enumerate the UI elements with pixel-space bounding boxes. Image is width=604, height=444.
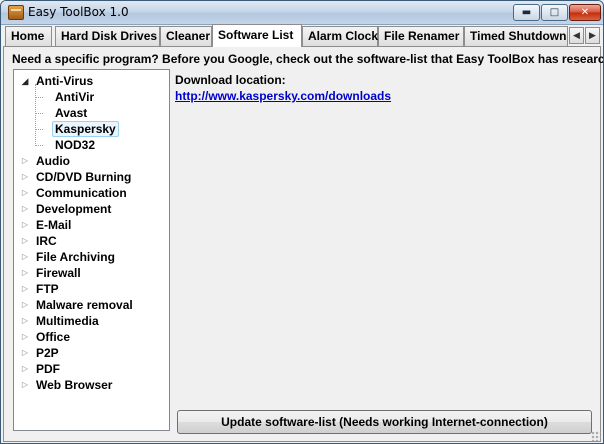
- minimize-button[interactable]: ▬: [513, 4, 540, 21]
- title-bar[interactable]: Easy ToolBox 1.0 ▬ □ ✕: [1, 1, 603, 25]
- close-button[interactable]: ✕: [569, 4, 601, 21]
- maximize-button[interactable]: □: [541, 4, 568, 21]
- tree-item-antivir[interactable]: AntiVir: [55, 89, 94, 105]
- tab-hard-disk-drives[interactable]: Hard Disk Drives: [55, 26, 160, 46]
- tree-item-cd-dvd-burning[interactable]: CD/DVD Burning: [36, 169, 131, 185]
- expand-closed-icon[interactable]: ▷: [20, 201, 30, 217]
- tree-item-avast[interactable]: Avast: [55, 105, 87, 121]
- tab-home[interactable]: Home: [5, 26, 52, 46]
- category-tree[interactable]: ◢ Anti-Virus AntiVir Avast Kaspersky NOD…: [13, 69, 170, 431]
- tab-scroll-right-icon[interactable]: ▶: [585, 27, 600, 44]
- tree-item-irc[interactable]: IRC: [36, 233, 57, 249]
- tree-item-p2p[interactable]: P2P: [36, 345, 59, 361]
- tree-item-ftp[interactable]: FTP: [36, 281, 59, 297]
- main-window: Easy ToolBox 1.0 ▬ □ ✕ Home Hard Disk Dr…: [0, 0, 604, 444]
- resize-grip-icon[interactable]: [591, 431, 601, 441]
- expand-closed-icon[interactable]: ▷: [20, 281, 30, 297]
- tree-item-anti-virus[interactable]: Anti-Virus: [36, 73, 93, 89]
- tree-item-communication[interactable]: Communication: [36, 185, 127, 201]
- tree-item-pdf[interactable]: PDF: [36, 361, 60, 377]
- expand-closed-icon[interactable]: ▷: [20, 185, 30, 201]
- tab-scroll-left-icon[interactable]: ◀: [569, 27, 584, 44]
- tree-item-e-mail[interactable]: E-Mail: [36, 217, 71, 233]
- tree-item-audio[interactable]: Audio: [36, 153, 70, 169]
- expand-closed-icon[interactable]: ▷: [20, 153, 30, 169]
- tab-alarm-clock[interactable]: Alarm Clock: [302, 26, 378, 46]
- tree-item-web-browser[interactable]: Web Browser: [36, 377, 112, 393]
- expand-closed-icon[interactable]: ▷: [20, 345, 30, 361]
- expand-closed-icon[interactable]: ▷: [20, 361, 30, 377]
- description-text: Need a specific program? Before you Goog…: [12, 52, 604, 66]
- expand-closed-icon[interactable]: ▷: [20, 329, 30, 345]
- tree-item-office[interactable]: Office: [36, 329, 70, 345]
- expand-closed-icon[interactable]: ▷: [20, 233, 30, 249]
- tree-item-malware-removal[interactable]: Malware removal: [36, 297, 133, 313]
- expand-closed-icon[interactable]: ▷: [20, 265, 30, 281]
- expand-closed-icon[interactable]: ▷: [20, 249, 30, 265]
- tree-item-file-archiving[interactable]: File Archiving: [36, 249, 115, 265]
- tree-connector: [35, 84, 36, 144]
- tree-item-firewall[interactable]: Firewall: [36, 265, 81, 281]
- expand-closed-icon[interactable]: ▷: [20, 377, 30, 393]
- tab-file-renamer[interactable]: File Renamer: [378, 26, 464, 46]
- tab-bar: Home Hard Disk Drives Cleaner Software L…: [3, 24, 603, 47]
- window-title: Easy ToolBox 1.0: [28, 5, 129, 19]
- tree-connector: [35, 145, 43, 146]
- download-location-label: Download location:: [175, 73, 286, 87]
- software-list-panel: Need a specific program? Before you Goog…: [3, 46, 604, 442]
- tree-item-kaspersky[interactable]: Kaspersky: [52, 121, 119, 137]
- tree-connector: [35, 129, 43, 130]
- tab-timed-shutdown[interactable]: Timed Shutdown: [464, 26, 568, 46]
- update-software-list-button[interactable]: Update software-list (Needs working Inte…: [177, 410, 592, 434]
- expand-open-icon[interactable]: ◢: [20, 73, 30, 89]
- tree-item-nod32[interactable]: NOD32: [55, 137, 95, 153]
- expand-closed-icon[interactable]: ▷: [20, 217, 30, 233]
- tree-item-multimedia[interactable]: Multimedia: [36, 313, 99, 329]
- tree-item-development[interactable]: Development: [36, 201, 111, 217]
- tree-connector: [35, 113, 43, 114]
- expand-closed-icon[interactable]: ▷: [20, 169, 30, 185]
- download-url-link[interactable]: http://www.kaspersky.com/downloads: [175, 89, 391, 103]
- expand-closed-icon[interactable]: ▷: [20, 297, 30, 313]
- toolbox-icon: [8, 5, 24, 20]
- expand-closed-icon[interactable]: ▷: [20, 313, 30, 329]
- tab-cleaner[interactable]: Cleaner: [160, 26, 212, 46]
- tab-software-list[interactable]: Software List: [212, 24, 302, 47]
- tree-connector: [35, 97, 43, 98]
